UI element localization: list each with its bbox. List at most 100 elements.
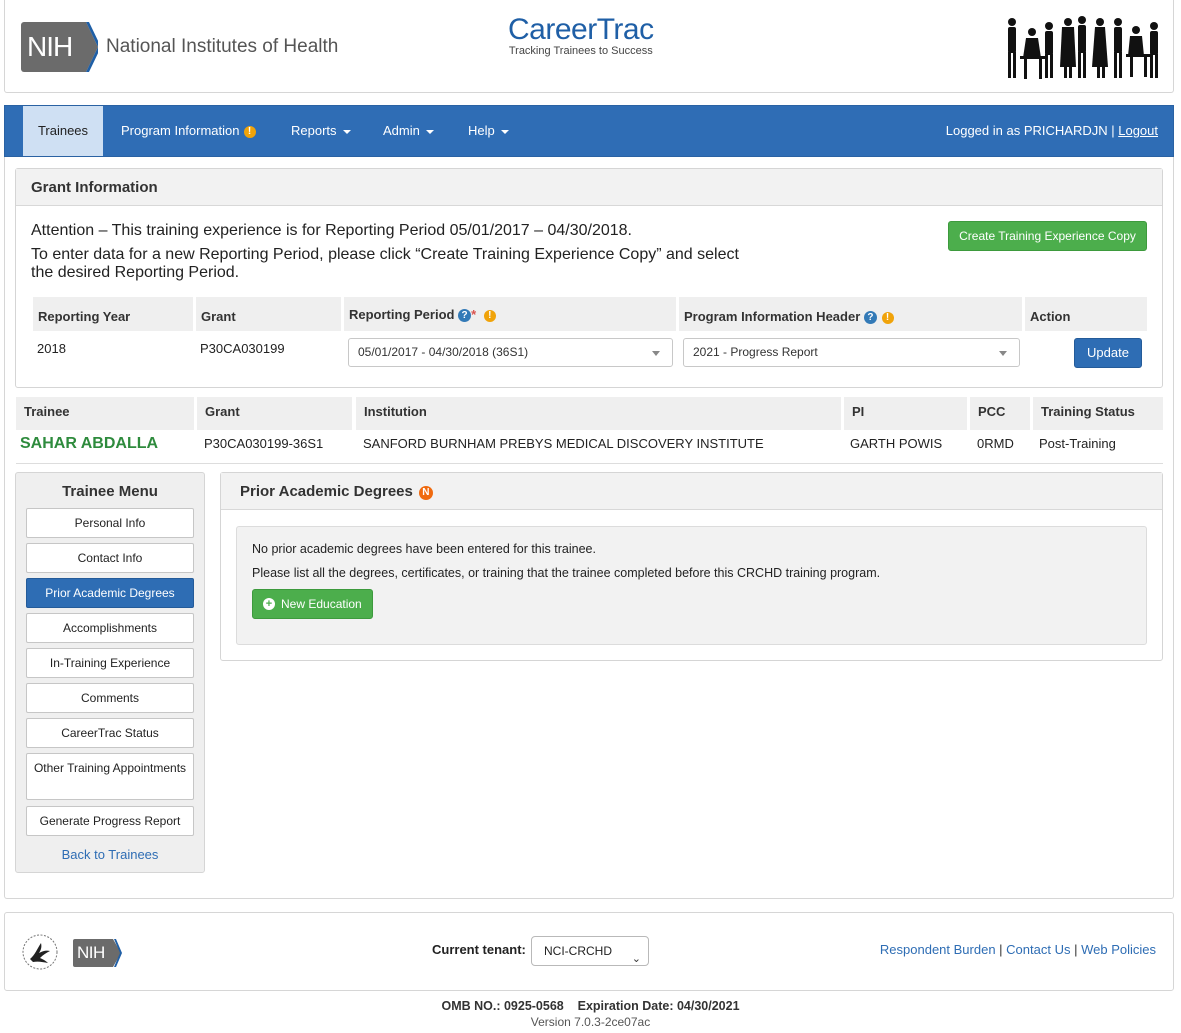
prior-academic-degrees-title: Prior Academic Degrees bbox=[240, 483, 413, 500]
menu-contact-info[interactable]: Contact Info bbox=[26, 543, 194, 573]
nav-reports-dropdown[interactable]: Reports bbox=[277, 106, 365, 156]
menu-careertrac-status[interactable]: CareerTrac Status bbox=[26, 718, 194, 748]
col-pi: PI bbox=[844, 397, 967, 430]
chevron-down-icon bbox=[652, 351, 660, 356]
reporting-year-value: 2018 bbox=[37, 341, 66, 356]
contact-us-link[interactable]: Contact Us bbox=[1006, 942, 1070, 957]
chevron-down-icon: ⌄ bbox=[631, 953, 641, 965]
menu-personal-info[interactable]: Personal Info bbox=[26, 508, 194, 538]
attention-line-1: Attention – This training experience is … bbox=[31, 222, 632, 239]
logged-in-status: Logged in as PRICHARDJN | Logout bbox=[946, 106, 1158, 156]
menu-other-training-appointments[interactable]: Other Training Appointments bbox=[26, 753, 194, 800]
trainee-pi: GARTH POWIS bbox=[850, 436, 943, 451]
nih-logo[interactable]: NIH National Institutes of Health bbox=[21, 22, 338, 72]
nav-program-information[interactable]: Program Information! bbox=[107, 106, 270, 156]
logout-link[interactable]: Logout bbox=[1118, 123, 1158, 138]
update-button[interactable]: Update bbox=[1074, 338, 1142, 368]
nav-program-information-label: Program Information bbox=[121, 123, 240, 138]
menu-prior-academic-degrees[interactable]: Prior Academic Degrees bbox=[26, 578, 194, 608]
required-asterisk: * bbox=[471, 307, 477, 322]
caret-down-icon bbox=[425, 129, 434, 134]
col-grant: Grant bbox=[196, 297, 341, 331]
create-training-experience-copy-button[interactable]: Create Training Experience Copy bbox=[948, 221, 1147, 251]
new-badge-icon: N bbox=[418, 486, 433, 500]
nih-logo-icon: NIH bbox=[21, 22, 83, 72]
trainee-table: Trainee Grant Institution PI PCC Trainin… bbox=[16, 397, 1163, 464]
omb-number: OMB NO.: 0925-0568 Expiration Date: 04/3… bbox=[441, 999, 740, 1013]
col-action: Action bbox=[1025, 297, 1147, 331]
nav-reports-label: Reports bbox=[291, 123, 337, 138]
col-trainee: Trainee bbox=[16, 397, 194, 430]
nih-name: National Institutes of Health bbox=[106, 36, 339, 57]
warning-icon: ! bbox=[881, 311, 894, 324]
tenant-selected: NCI-CRCHD bbox=[544, 944, 612, 958]
logged-in-user: Logged in as PRICHARDJN | bbox=[945, 123, 1115, 138]
degrees-empty-well: No prior academic degrees have been ente… bbox=[236, 526, 1147, 645]
caret-down-icon bbox=[500, 129, 509, 134]
nih-chevron-icon bbox=[111, 939, 122, 967]
program-information-header-select[interactable]: 2021 - Progress Report bbox=[683, 338, 1020, 367]
tenant-label: Current tenant: bbox=[432, 942, 526, 957]
trainee-pcc: 0RMD bbox=[977, 436, 1014, 451]
trainee-menu-title: Trainee Menu bbox=[62, 483, 158, 500]
trainee-status: Post-Training bbox=[1039, 436, 1116, 451]
col-grant: Grant bbox=[197, 397, 352, 430]
col-reporting-period-label: Reporting Period bbox=[349, 307, 455, 322]
no-degrees-message: No prior academic degrees have been ente… bbox=[252, 542, 596, 556]
menu-accomplishments[interactable]: Accomplishments bbox=[26, 613, 194, 643]
col-reporting-year: Reporting Year bbox=[33, 297, 193, 331]
nav-trainees[interactable]: Trainees bbox=[23, 106, 103, 156]
plus-circle-icon: + bbox=[263, 598, 275, 610]
nav-trainees-label: Trainees bbox=[37, 123, 89, 138]
nav-admin-dropdown[interactable]: Admin bbox=[369, 106, 448, 156]
warning-icon: ! bbox=[483, 309, 496, 322]
degrees-instruction: Please list all the degrees, certificate… bbox=[252, 566, 881, 580]
nav-help-label: Help bbox=[468, 123, 495, 138]
reporting-period-select[interactable]: 05/01/2017 - 04/30/2018 (36S1) bbox=[348, 338, 673, 367]
tenant-select[interactable]: NCI-CRCHD ⌄ bbox=[531, 936, 649, 966]
caret-down-icon bbox=[342, 129, 351, 134]
footer-nih-logo[interactable]: NIH bbox=[73, 939, 122, 967]
grant-information-title: Grant Information bbox=[16, 169, 1162, 206]
app-tagline: Tracking Trainees to Success bbox=[508, 45, 653, 57]
nih-chevron-icon bbox=[82, 22, 98, 72]
nav-admin-label: Admin bbox=[383, 123, 420, 138]
chevron-down-icon bbox=[999, 351, 1007, 356]
menu-in-training-experience[interactable]: In-Training Experience bbox=[26, 648, 194, 678]
prior-academic-degrees-header: Prior Academic Degrees N bbox=[221, 473, 1162, 510]
program-header-selected: 2021 - Progress Report bbox=[693, 345, 818, 359]
menu-generate-progress-report[interactable]: Generate Progress Report bbox=[26, 806, 194, 836]
trainee-institution: SANFORD BURNHAM PREBYS MEDICAL DISCOVERY… bbox=[363, 436, 764, 451]
menu-comments[interactable]: Comments bbox=[26, 683, 194, 713]
col-program-header-label: Program Information Header bbox=[684, 309, 861, 324]
web-policies-link[interactable]: Web Policies bbox=[1081, 942, 1156, 957]
back-to-trainees-link[interactable]: Back to Trainees bbox=[16, 847, 204, 862]
prior-academic-degrees-panel: Prior Academic Degrees N No prior academi… bbox=[220, 472, 1163, 661]
app-title: CareerTrac bbox=[508, 13, 654, 46]
new-education-label: New Education bbox=[281, 597, 362, 611]
nav-help-dropdown[interactable]: Help bbox=[454, 106, 523, 156]
people-silhouettes-icon bbox=[1008, 16, 1158, 79]
footer-links: Respondent Burden | Contact Us | Web Pol… bbox=[879, 942, 1156, 957]
col-program-information-header: Program Information Header ? ! bbox=[679, 297, 1022, 331]
nih-logo-icon: NIH bbox=[73, 939, 111, 967]
help-question-icon[interactable]: ? bbox=[458, 309, 472, 323]
site-header: NIH National Institutes of Health Career… bbox=[4, 0, 1174, 93]
help-question-icon[interactable]: ? bbox=[863, 311, 877, 325]
version-text: Version 7.0.3-2ce07ac bbox=[530, 1015, 651, 1029]
col-institution: Institution bbox=[356, 397, 841, 430]
grant-information-panel: Grant Information Attention – This train… bbox=[15, 168, 1163, 388]
trainee-name: SAHAR ABDALLA bbox=[20, 435, 159, 452]
trainee-menu: Trainee Menu Personal Info Contact Info … bbox=[15, 472, 205, 873]
attention-line-2: To enter data for a new Reporting Period… bbox=[31, 246, 739, 281]
warning-icon: ! bbox=[243, 125, 256, 138]
hhs-eagle-icon[interactable] bbox=[21, 933, 59, 971]
respondent-burden-link[interactable]: Respondent Burden bbox=[880, 942, 996, 957]
col-reporting-period: Reporting Period ? * ! bbox=[344, 297, 676, 331]
reporting-period-selected: 05/01/2017 - 04/30/2018 (36S1) bbox=[358, 345, 529, 359]
careertrac-logo[interactable]: CareerTrac Tracking Trainees to Success bbox=[508, 13, 654, 58]
col-pcc: PCC bbox=[970, 397, 1030, 430]
new-education-button[interactable]: + New Education bbox=[252, 589, 373, 619]
col-training-status: Training Status bbox=[1033, 397, 1163, 430]
grant-value: P30CA030199 bbox=[200, 341, 285, 356]
